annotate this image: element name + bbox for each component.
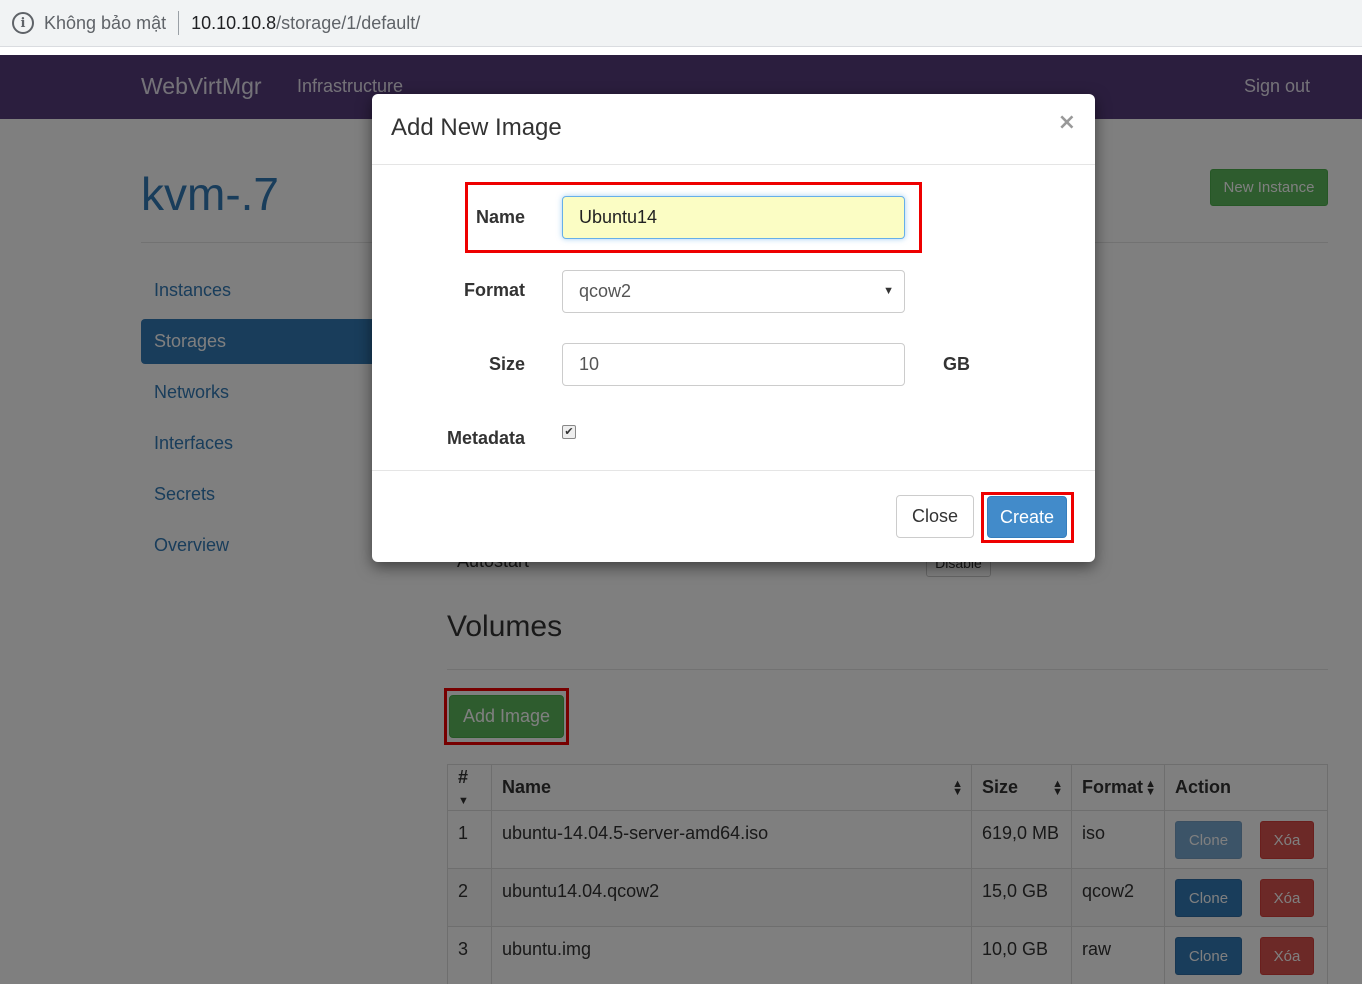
size-unit: GB — [943, 354, 970, 374]
size-label: Size — [488, 354, 525, 374]
page: WebVirtMgr Infrastructure Sign out kvm-.… — [0, 55, 1362, 984]
browser-gap — [0, 47, 1362, 55]
modal-title: Add New Image — [391, 114, 562, 141]
metadata-checkbox[interactable]: ✔ — [562, 425, 576, 439]
check-icon: ✔ — [564, 426, 574, 438]
close-button[interactable]: Close — [896, 495, 974, 538]
address-divider — [178, 11, 180, 35]
format-select[interactable]: qcow2 ▼ — [562, 270, 905, 313]
security-label: Không bảo mật — [44, 12, 167, 33]
url-host: 10.10.10.8 — [191, 12, 277, 33]
modal-header: Add New Image × — [372, 94, 1095, 165]
close-icon[interactable]: × — [1058, 110, 1076, 135]
highlight-box — [465, 182, 922, 253]
highlight-box — [981, 492, 1074, 543]
browser-address-bar[interactable]: i Không bảo mật 10.10.10.8/storage/1/def… — [0, 0, 1362, 47]
size-input[interactable]: 10 — [562, 343, 905, 386]
format-selected-value: qcow2 — [579, 281, 632, 301]
info-icon[interactable]: i — [12, 12, 34, 34]
metadata-label: Metadata — [446, 428, 525, 448]
format-label: Format — [463, 280, 525, 300]
add-image-modal: Add New Image × Name Ubuntu14 Format qco… — [372, 94, 1095, 562]
url-path: /storage/1/default/ — [276, 12, 421, 33]
caret-down-icon: ▼ — [883, 285, 894, 297]
